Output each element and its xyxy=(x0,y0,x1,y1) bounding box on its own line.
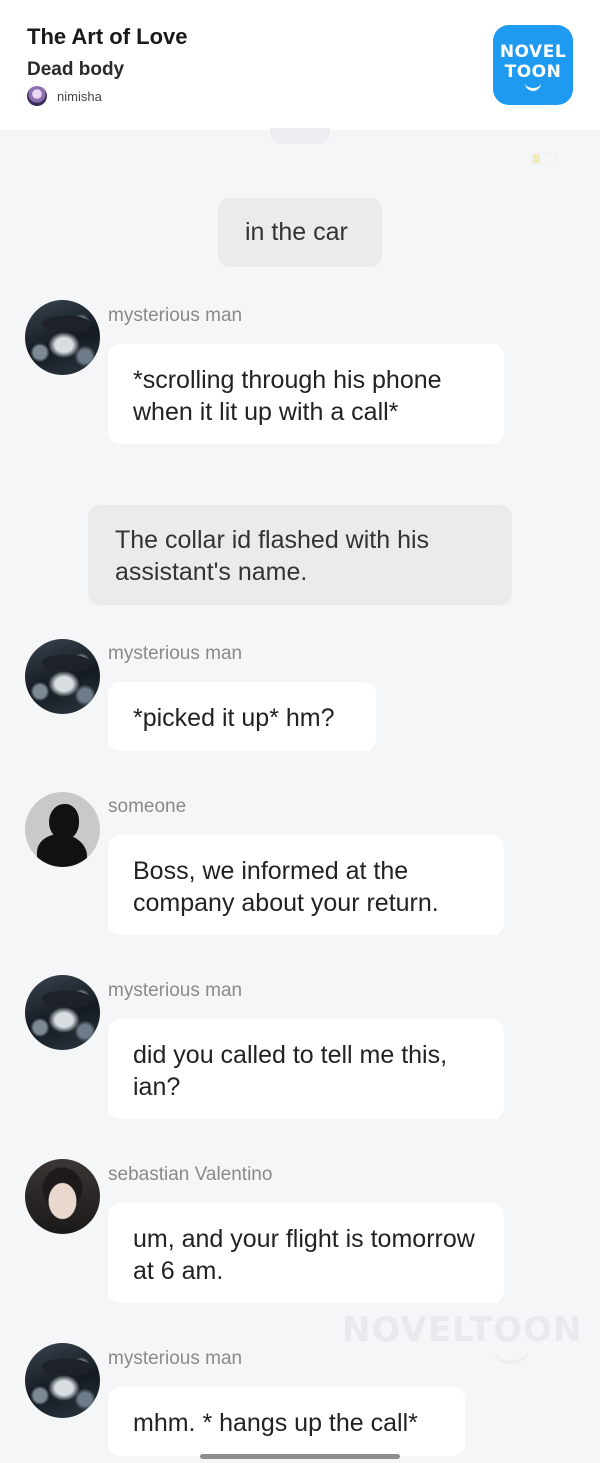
story-header: The Art of Love Dead body nimisha NOVEL … xyxy=(0,0,600,130)
silhouette-body xyxy=(37,834,87,867)
top-handle xyxy=(270,128,330,144)
message-text: mhm. * hangs up the call* xyxy=(133,1409,418,1437)
message-bubble: mhm. * hangs up the call* xyxy=(108,1387,465,1456)
faded-status-bar: 7:00 ID ℕ ⁴ᴳ xyxy=(0,146,600,170)
message-text: Boss, we informed at the company about y… xyxy=(133,857,439,917)
message-text: *scrolling through his phone when it lit… xyxy=(133,366,442,426)
speaker-name: sebastian Valentino xyxy=(108,1164,273,1185)
message-text: *picked it up* hm? xyxy=(133,704,335,732)
narration-bubble: in the car xyxy=(218,198,382,267)
message-bubble: um, and your flight is tomorrow at 6 am. xyxy=(108,1203,504,1303)
message-text: did you called to tell me this, ian? xyxy=(133,1041,448,1101)
watermark-smile-icon xyxy=(493,1348,529,1364)
battery-icon xyxy=(531,152,557,165)
avatar-mysterious-man[interactable] xyxy=(25,1343,100,1418)
speaker-name: mysterious man xyxy=(108,980,243,1001)
speaker-name: mysterious man xyxy=(108,643,243,664)
speaker-name: mysterious man xyxy=(108,305,243,326)
message-bubble: *scrolling through his phone when it lit… xyxy=(108,344,504,444)
logo-line-novel: NOVEL xyxy=(499,42,567,62)
message-bubble: Boss, we informed at the company about y… xyxy=(108,835,504,935)
logo-smile-icon xyxy=(525,82,541,91)
speaker-name: mysterious man xyxy=(108,1348,243,1369)
avatar-mysterious-man[interactable] xyxy=(25,975,100,1050)
home-indicator[interactable] xyxy=(200,1454,400,1459)
status-time: 7:00 xyxy=(36,148,70,167)
message-bubble: did you called to tell me this, ian? xyxy=(108,1019,504,1119)
avatar-mysterious-man[interactable] xyxy=(25,639,100,714)
avatar-sebastian-valentino[interactable] xyxy=(25,1159,100,1234)
avatar-someone[interactable] xyxy=(25,792,100,867)
message-text: um, and your flight is tomorrow at 6 am. xyxy=(133,1225,475,1285)
chapter-title: Dead body xyxy=(27,59,125,80)
logo-line-toon: TOON xyxy=(504,62,562,82)
speaker-name: someone xyxy=(108,796,187,817)
message-bubble: *picked it up* hm? xyxy=(108,682,376,751)
noveltoon-watermark: NOVELTOON xyxy=(342,1310,583,1350)
story-title[interactable]: The Art of Love xyxy=(27,24,188,50)
avatar-mysterious-man[interactable] xyxy=(25,300,100,375)
narration-text: in the car xyxy=(245,218,348,246)
status-icons: ID ℕ ⁴ᴳ xyxy=(438,150,509,165)
narration-bubble: The collar id flashed with his assistant… xyxy=(88,505,512,605)
narration-text: The collar id flashed with his assistant… xyxy=(115,526,430,586)
noveltoon-logo[interactable]: NOVEL TOON xyxy=(493,25,573,105)
author-row[interactable]: nimisha xyxy=(27,86,102,106)
author-avatar[interactable] xyxy=(27,86,47,106)
author-name[interactable]: nimisha xyxy=(57,89,102,104)
